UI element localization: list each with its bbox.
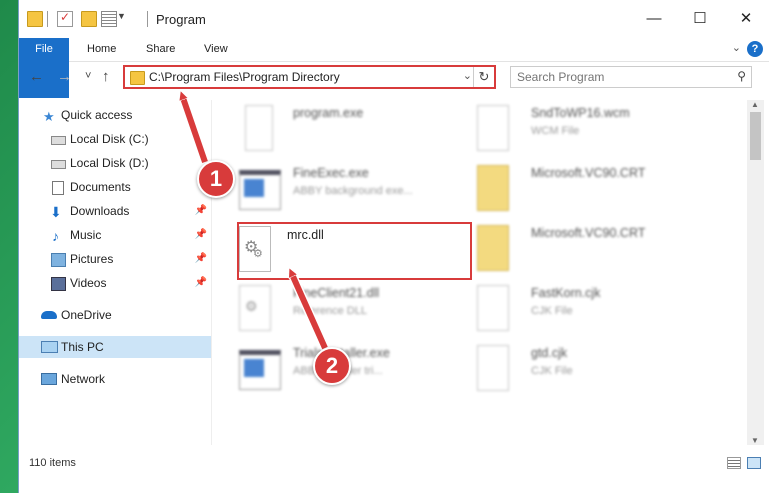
step-1-badge: 1 xyxy=(197,160,235,198)
annotation-arrows xyxy=(177,0,330,350)
arrow-1 xyxy=(182,95,208,163)
step-2-badge: 2 xyxy=(313,347,351,385)
explorer-window: ✓ ▼ Program — ☐ ✕ File Home Share View ⌄… xyxy=(18,0,769,493)
arrow-2 xyxy=(291,272,328,350)
